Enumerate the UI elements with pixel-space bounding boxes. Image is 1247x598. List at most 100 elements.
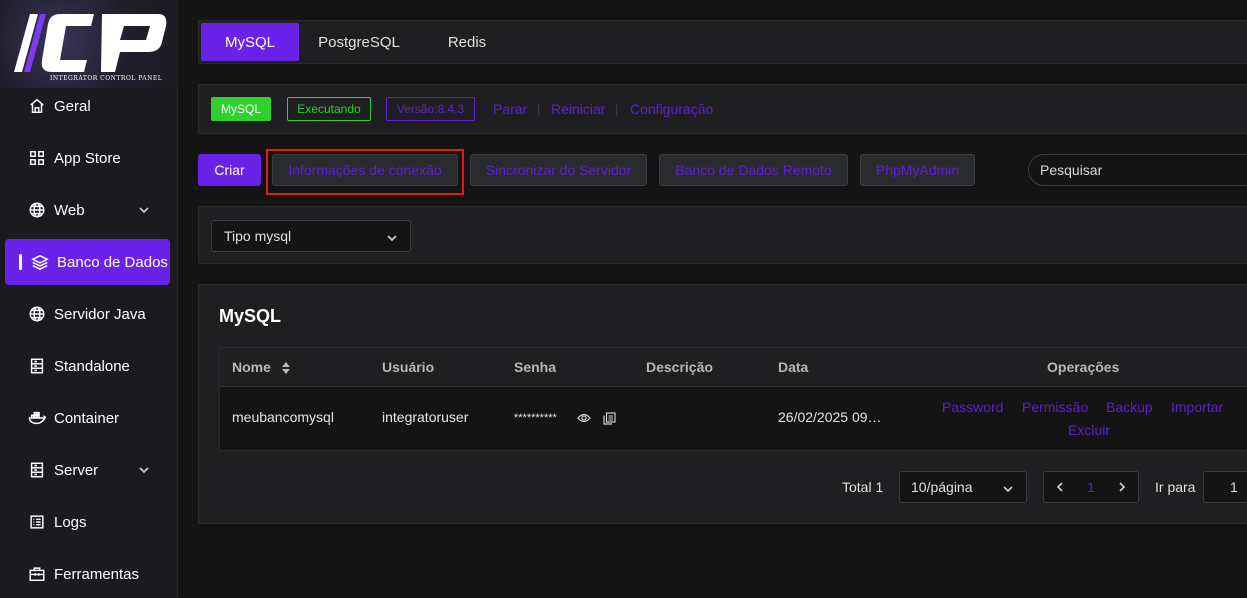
chevron-down-icon[interactable] bbox=[138, 463, 150, 475]
sidebar-item-web[interactable]: Web bbox=[5, 187, 170, 233]
cell-date: 26/02/2025 09… bbox=[778, 409, 882, 425]
chevron-down-icon bbox=[1002, 482, 1014, 498]
page-size-value: 10/página bbox=[911, 479, 973, 495]
globe-icon bbox=[27, 200, 47, 220]
database-list-card: MySQL Nome Usuário Senha Descrição Data … bbox=[198, 284, 1247, 524]
sidebar-item-standalone[interactable]: Standalone bbox=[5, 343, 170, 389]
column-header-descricao: Descrição bbox=[646, 359, 713, 375]
pagination-total: Total 1 bbox=[842, 479, 884, 495]
filter-panel: Tipo mysql bbox=[198, 206, 1247, 264]
chevron-left-icon bbox=[1056, 482, 1063, 492]
sidebar-item-label: Server bbox=[54, 461, 99, 479]
app-badge: MySQL bbox=[211, 97, 271, 121]
next-page-button[interactable] bbox=[1106, 472, 1138, 502]
sidebar-item-logs[interactable]: Logs bbox=[5, 499, 170, 545]
sync-server-button[interactable]: Sincronizar do Servidor bbox=[470, 154, 647, 186]
sidebar-item-label: Banco de Dados bbox=[57, 253, 168, 271]
table-row: meubancomysql integratoruser ********** … bbox=[220, 387, 1247, 450]
logo[interactable]: INTEGRATOR CONTROL PANEL bbox=[0, 0, 177, 88]
pagination-nav: 1 bbox=[1043, 471, 1139, 503]
remote-database-button[interactable]: Banco de Dados Remoto bbox=[659, 154, 848, 186]
tab-mysql[interactable]: MySQL bbox=[201, 23, 299, 61]
copy-icon[interactable] bbox=[603, 412, 616, 425]
sidebar-nav: Geral App Store Web Banco de Dados Servi… bbox=[5, 83, 170, 598]
sidebar-item-label: Web bbox=[54, 201, 85, 219]
chevron-down-icon[interactable] bbox=[138, 203, 150, 215]
tab-redis[interactable]: Redis bbox=[429, 23, 505, 61]
sidebar-item-label: Container bbox=[54, 409, 120, 427]
cell-user: integratoruser bbox=[382, 409, 469, 425]
sidebar-item-label: Standalone bbox=[54, 357, 130, 375]
database-table: Nome Usuário Senha Descrição Data Operaç… bbox=[219, 347, 1247, 451]
sidebar-item-label: Logs bbox=[54, 513, 87, 531]
delete-op-link[interactable]: Excluir bbox=[1068, 422, 1110, 438]
phpmyadmin-button[interactable]: PhpMyAdmin bbox=[860, 154, 975, 186]
config-link[interactable]: Configuração bbox=[630, 101, 713, 117]
link-divider: | bbox=[537, 101, 541, 116]
column-header-nome[interactable]: Nome bbox=[232, 359, 291, 375]
eye-icon[interactable] bbox=[577, 412, 591, 424]
link-divider: | bbox=[615, 101, 619, 116]
type-select-value: mysql bbox=[254, 228, 292, 244]
sidebar-item-label: Ferramentas bbox=[54, 565, 140, 583]
sidebar-item-server[interactable]: Server bbox=[5, 447, 170, 493]
sidebar: INTEGRATOR CONTROL PANEL Geral App Store… bbox=[0, 0, 178, 598]
type-select-label: Tipo bbox=[224, 228, 251, 244]
docker-icon bbox=[27, 408, 47, 428]
chevron-down-icon bbox=[386, 231, 398, 247]
chevron-right-icon bbox=[1119, 482, 1126, 492]
import-op-link[interactable]: Importar bbox=[1171, 399, 1223, 415]
sidebar-item-banco-de-dados[interactable]: Banco de Dados bbox=[5, 239, 170, 285]
server-icon bbox=[27, 460, 47, 480]
list-icon bbox=[27, 512, 47, 532]
sidebar-item-container[interactable]: Container bbox=[5, 395, 170, 441]
goto-page-input[interactable]: 1 bbox=[1203, 471, 1247, 503]
column-header-data: Data bbox=[778, 359, 809, 375]
cell-password: ********** bbox=[514, 412, 557, 424]
sidebar-item-label: Servidor Java bbox=[54, 305, 146, 323]
column-header-operacoes: Operações bbox=[1047, 359, 1120, 375]
tab-postgresql[interactable]: PostgreSQL bbox=[309, 23, 409, 61]
status-badge: Executando bbox=[287, 97, 371, 121]
column-header-senha: Senha bbox=[514, 359, 557, 375]
app-root: INTEGRATOR CONTROL PANEL Geral App Store… bbox=[0, 0, 1247, 598]
logo-tagline: INTEGRATOR CONTROL PANEL bbox=[50, 75, 163, 82]
active-indicator bbox=[19, 254, 22, 270]
column-header-label: Nome bbox=[232, 359, 271, 375]
connection-info-button[interactable]: Informações de conexão bbox=[272, 154, 458, 186]
table-header: Nome Usuário Senha Descrição Data Operaç… bbox=[220, 348, 1247, 387]
home-icon bbox=[27, 96, 47, 116]
sidebar-item-app-store[interactable]: App Store bbox=[5, 135, 170, 181]
page-size-select[interactable]: 10/página bbox=[899, 471, 1027, 503]
database-tabs: MySQL PostgreSQL Redis bbox=[198, 20, 1247, 64]
sidebar-item-geral[interactable]: Geral bbox=[5, 83, 170, 129]
create-button[interactable]: Criar bbox=[198, 154, 261, 186]
logo-mark-icon bbox=[14, 14, 167, 72]
column-header-usuario: Usuário bbox=[382, 359, 435, 375]
sidebar-item-label: App Store bbox=[54, 149, 121, 167]
card-title: MySQL bbox=[219, 306, 282, 326]
restart-link[interactable]: Reiniciar bbox=[551, 101, 605, 117]
layers-icon bbox=[30, 252, 50, 272]
sidebar-item-servidor-java[interactable]: Servidor Java bbox=[5, 291, 170, 337]
prev-page-button[interactable] bbox=[1044, 472, 1076, 502]
goto-label: Ir para bbox=[1155, 479, 1196, 495]
service-status-bar: MySQL Executando Versão:8.4.3 Parar | Re… bbox=[198, 84, 1247, 134]
action-toolbar: Criar Informações de conexão Sincronizar… bbox=[198, 144, 1247, 206]
server-icon bbox=[27, 356, 47, 376]
grid-icon bbox=[27, 148, 47, 168]
globe-icon bbox=[27, 304, 47, 324]
backup-op-link[interactable]: Backup bbox=[1106, 399, 1153, 415]
version-badge: Versão:8.4.3 bbox=[386, 97, 475, 121]
page-number-button[interactable]: 1 bbox=[1075, 472, 1107, 502]
search-input[interactable]: Pesquisar bbox=[1028, 154, 1247, 186]
permission-op-link[interactable]: Permissão bbox=[1022, 399, 1088, 415]
type-select[interactable]: Tipo mysql bbox=[211, 220, 411, 252]
cell-name: meubancomysql bbox=[232, 409, 334, 425]
sort-icon[interactable] bbox=[281, 361, 291, 375]
toolbox-icon bbox=[27, 564, 47, 584]
stop-link[interactable]: Parar bbox=[493, 101, 527, 117]
password-op-link[interactable]: Password bbox=[942, 399, 1003, 415]
sidebar-item-ferramentas[interactable]: Ferramentas bbox=[5, 551, 170, 597]
sidebar-item-label: Geral bbox=[54, 97, 91, 115]
